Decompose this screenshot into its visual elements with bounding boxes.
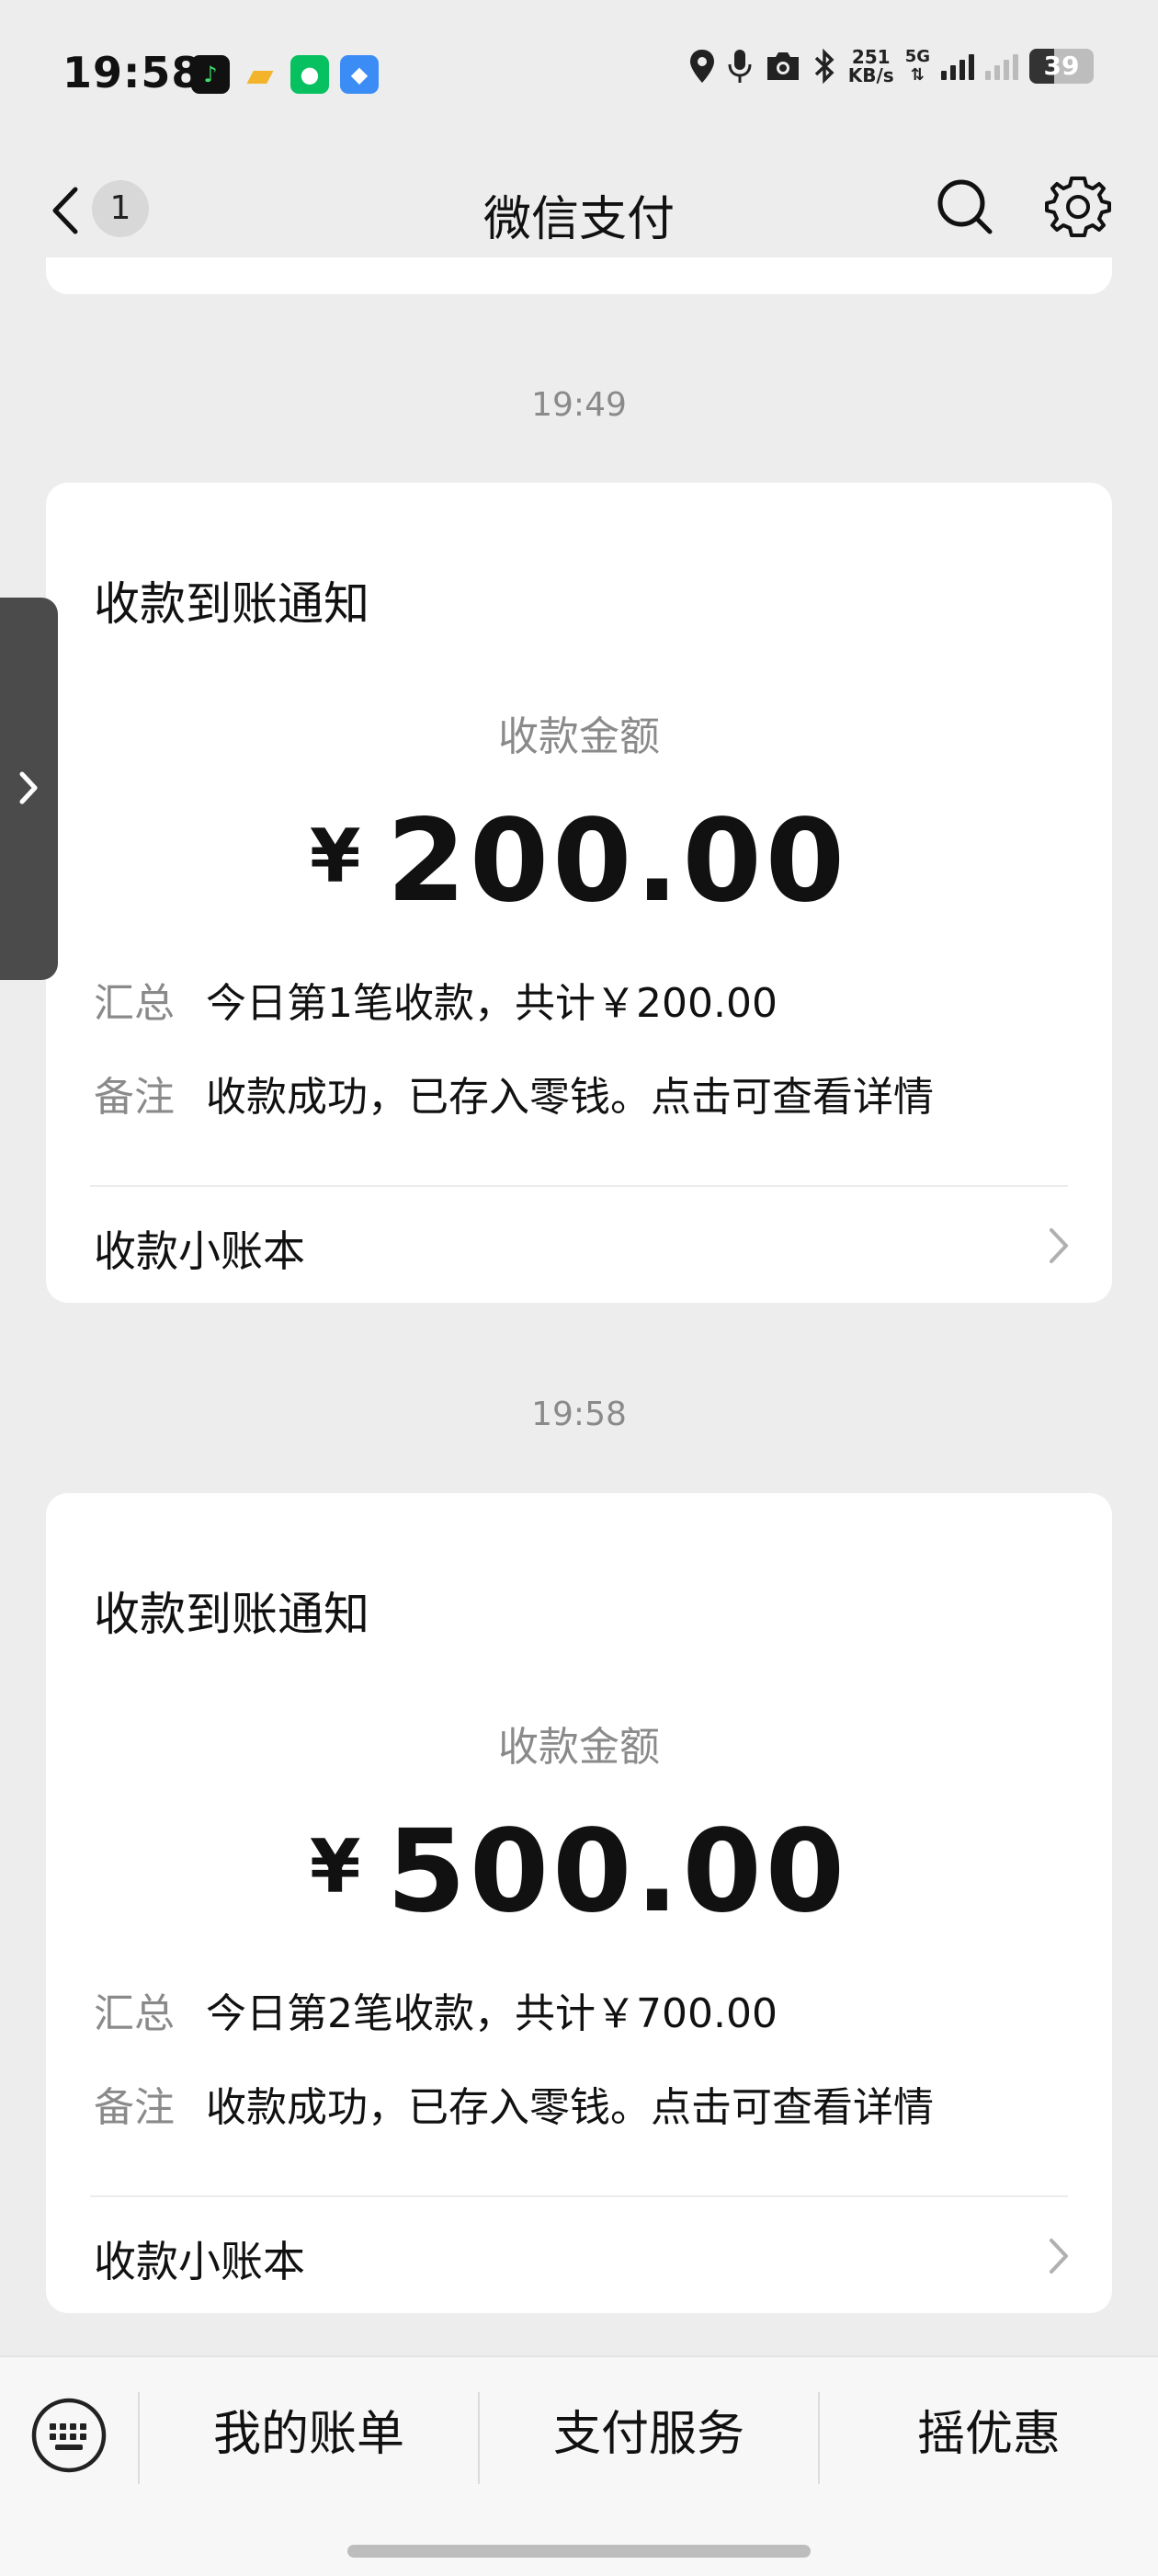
amount-label: 收款金额 [498, 713, 660, 760]
amount-value: ¥200.00 [46, 795, 1112, 928]
chevron-right-icon [1050, 1228, 1068, 1263]
summary-label: 汇总 [94, 980, 175, 1027]
currency-symbol: ¥ [309, 814, 365, 899]
currency-symbol: ¥ [309, 1824, 365, 1909]
menu-my-bills[interactable]: 我的账单 [140, 2398, 478, 2471]
amount-value: ¥500.00 [46, 1806, 1112, 1938]
battery-level: 39 [1043, 51, 1080, 81]
status-indicators: 251 KB/s 5G ⇅ 39 [688, 48, 1094, 85]
chevron-right-icon [1050, 2239, 1068, 2274]
note-row: 备注 收款成功，已存入零钱。点击可查看详情 [94, 2074, 934, 2133]
ledger-link[interactable]: 收款小账本 [94, 2228, 305, 2289]
card-divider [90, 1185, 1068, 1187]
side-drawer-handle[interactable] [0, 598, 58, 980]
summary-row: 汇总 今日第2笔收款，共计￥700.00 [94, 1980, 778, 2039]
bluetooth-icon [814, 48, 834, 85]
network-type: 5G ⇅ [904, 47, 930, 85]
amount-number: 500.00 [386, 1806, 849, 1938]
summary-label: 汇总 [94, 1990, 175, 2037]
keyboard-icon[interactable] [29, 2396, 108, 2475]
note-value: 收款成功，已存入零钱。点击可查看详情 [206, 2084, 934, 2131]
card-title: 收款到账通知 [94, 1588, 369, 1641]
battery-icon: 39 [1029, 49, 1094, 84]
navigation-bar: 1 微信支付 [0, 147, 1158, 271]
microphone-icon [728, 50, 752, 83]
amount-number: 200.00 [386, 795, 849, 928]
bottom-menu-bar: 我的账单 支付服务 摇优惠 [0, 2355, 1158, 2576]
network-speed: 251 KB/s [847, 46, 894, 86]
location-icon [689, 50, 714, 83]
card-title: 收款到账通知 [94, 577, 369, 631]
payment-notification-card[interactable]: 收款到账通知 收款金额 ¥200.00 汇总 今日第1笔收款，共计￥200.00… [46, 483, 1112, 1303]
menu-payment-services[interactable]: 支付服务 [480, 2398, 818, 2471]
payment-notification-card[interactable]: 收款到账通知 收款金额 ¥500.00 汇总 今日第2笔收款，共计￥700.00… [46, 1493, 1112, 2313]
home-indicator[interactable] [347, 2545, 811, 2558]
message-app-icon: ◆ [340, 55, 379, 94]
music-app-icon: ♪ [191, 55, 230, 94]
gear-icon[interactable] [1044, 173, 1112, 241]
note-row: 备注 收款成功，已存入零钱。点击可查看详情 [94, 1064, 934, 1123]
status-bar: 19:58 ♪ ▰ ● ◆ 251 KB/s 5G ⇅ 39 [0, 0, 1158, 147]
folder-app-icon: ▰ [246, 54, 274, 95]
signal-strength-secondary-icon [985, 52, 1018, 80]
status-time: 19:58 [62, 48, 202, 97]
note-value: 收款成功，已存入零钱。点击可查看详情 [206, 1074, 934, 1121]
menu-shake-offers[interactable]: 摇优惠 [820, 2398, 1158, 2471]
notification-icons: ♪ ▰ ● ◆ [191, 54, 379, 95]
wechat-app-icon: ● [290, 55, 329, 94]
message-timestamp: 19:49 [531, 386, 627, 424]
chevron-right-icon [19, 771, 38, 804]
summary-value: 今日第1笔收款，共计￥200.00 [206, 980, 778, 1027]
amount-label: 收款金额 [498, 1724, 660, 1771]
note-label: 备注 [94, 2084, 175, 2131]
message-timestamp: 19:58 [531, 1396, 627, 1433]
summary-value: 今日第2笔收款，共计￥700.00 [206, 1990, 778, 2037]
camera-icon [766, 52, 799, 80]
summary-row: 汇总 今日第1笔收款，共计￥200.00 [94, 970, 778, 1029]
previous-message-card [46, 257, 1112, 294]
ledger-link[interactable]: 收款小账本 [94, 1218, 305, 1279]
signal-strength-icon [941, 52, 974, 80]
search-icon[interactable] [933, 175, 997, 239]
note-label: 备注 [94, 1074, 175, 1121]
card-divider [90, 2195, 1068, 2197]
